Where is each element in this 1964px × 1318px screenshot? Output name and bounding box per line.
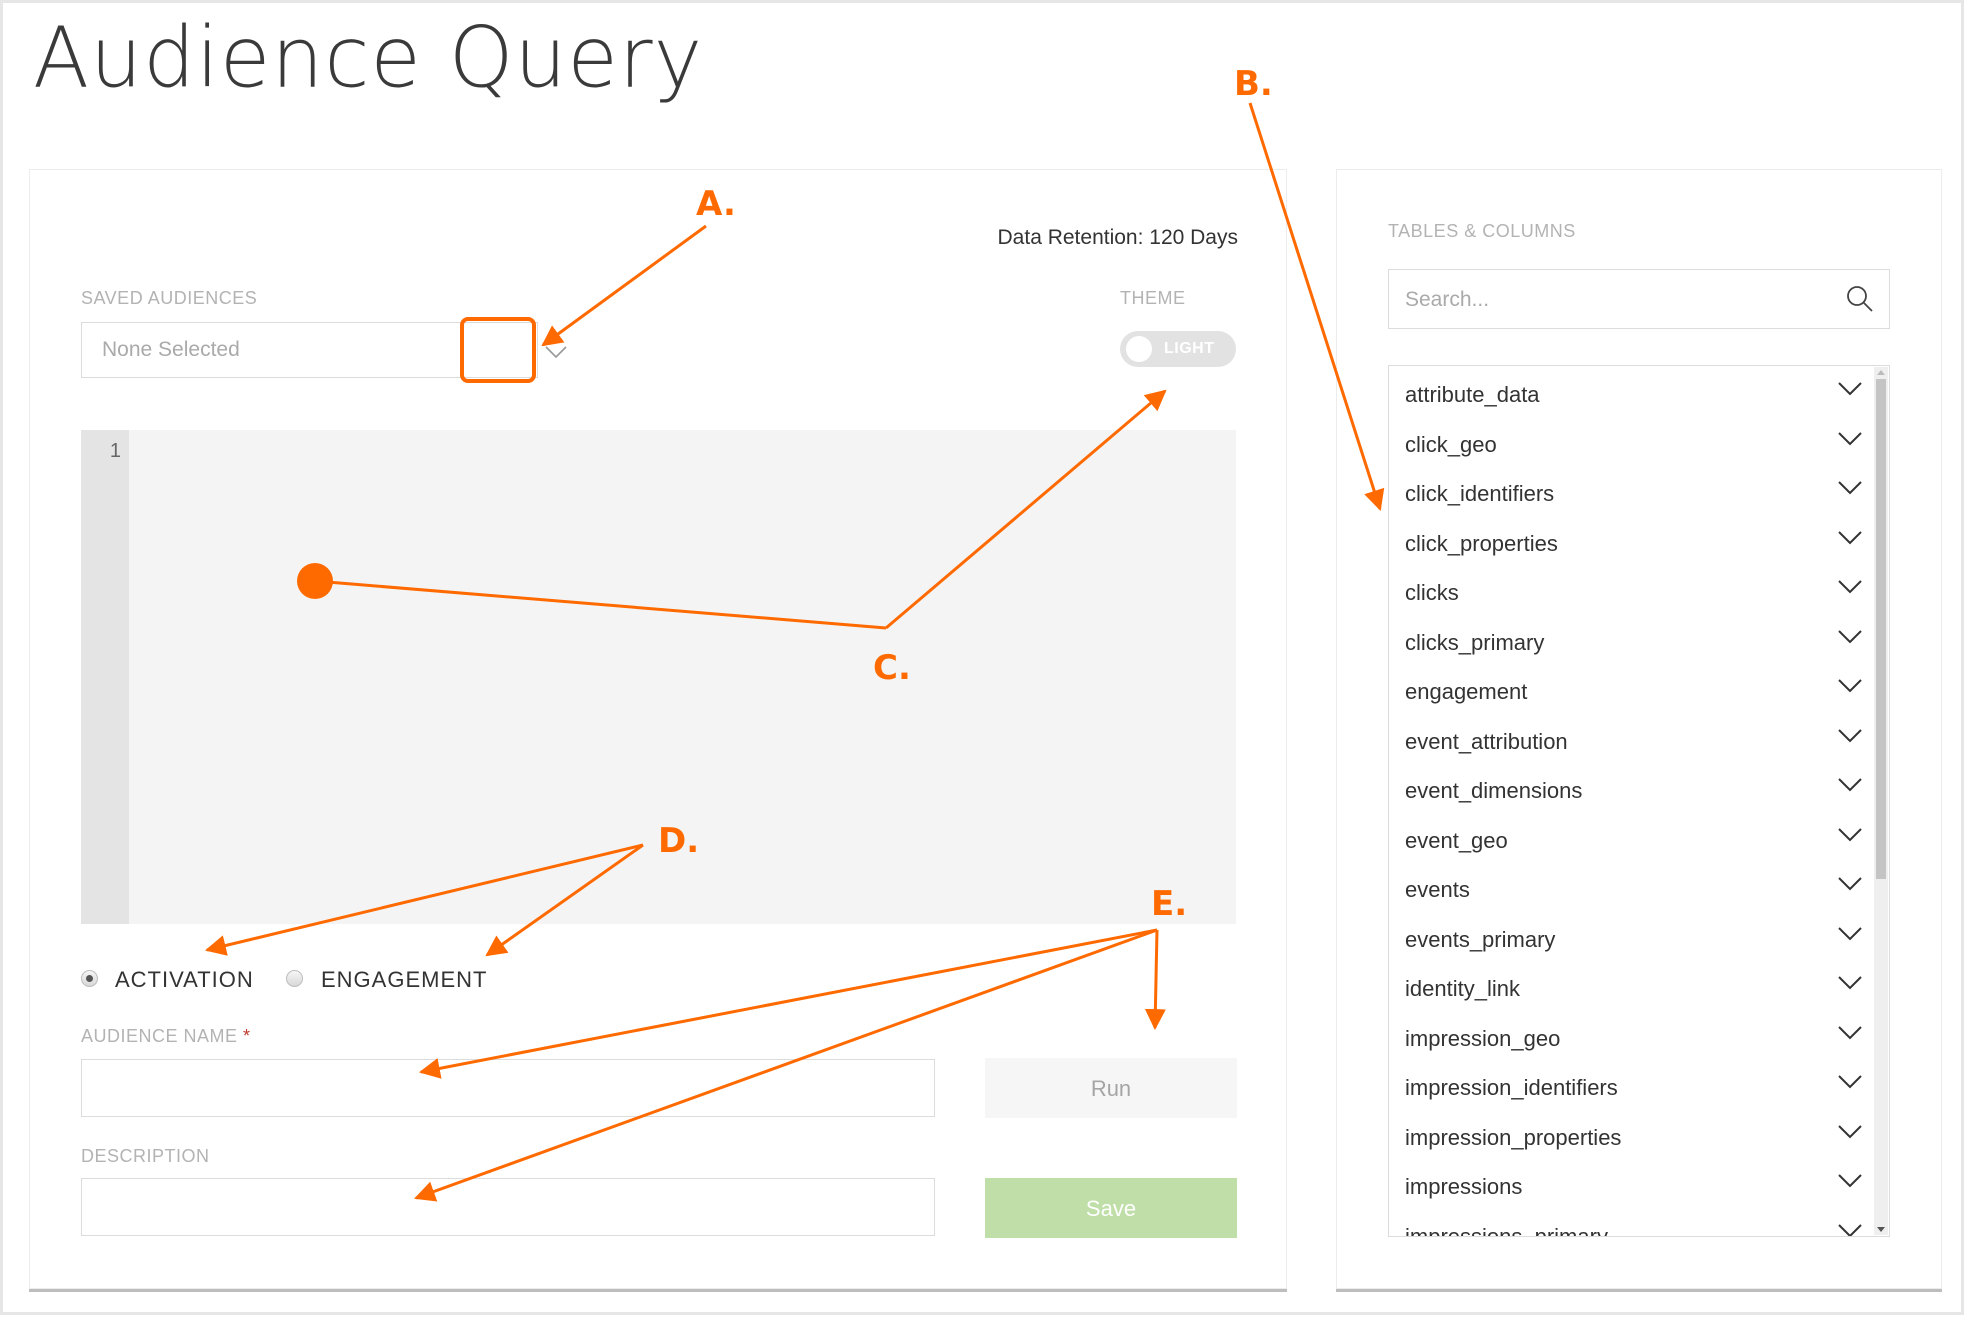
chevron-down-icon[interactable]	[1837, 479, 1863, 497]
table-item[interactable]: attribute_data	[1405, 372, 1862, 421]
table-name: events_primary	[1405, 926, 1556, 952]
required-mark: *	[243, 1026, 251, 1046]
table-item[interactable]: impression_geo	[1405, 1016, 1862, 1065]
data-retention: Data Retention: 120 Days	[997, 226, 1238, 249]
chevron-down-icon[interactable]	[1837, 430, 1863, 448]
table-item[interactable]: events	[1405, 867, 1862, 916]
table-name: impressions_primary	[1405, 1223, 1608, 1237]
scroll-down-arrow[interactable]	[1877, 1227, 1885, 1232]
activation-radio[interactable]	[81, 970, 98, 987]
description-input[interactable]	[81, 1178, 935, 1236]
search-icon[interactable]	[1845, 284, 1875, 314]
table-name: engagement	[1405, 679, 1528, 704]
page-title: Audience Query	[33, 10, 704, 107]
chevron-down-icon[interactable]	[1837, 1123, 1863, 1141]
run-button[interactable]: Run	[985, 1058, 1237, 1118]
chevron-down-icon[interactable]	[1837, 727, 1863, 745]
toggle-knob	[1126, 336, 1152, 362]
table-name: click_properties	[1405, 530, 1558, 556]
chevron-down-icon[interactable]	[1837, 1222, 1863, 1238]
chevron-down-icon[interactable]	[1837, 974, 1863, 992]
chevron-down-icon[interactable]	[1837, 875, 1863, 893]
tables-list[interactable]: impressions_primary impressions impression…	[1388, 365, 1890, 1237]
saved-audiences-select[interactable]: None Selected	[81, 322, 567, 378]
theme-toggle[interactable]: LIGHT	[1120, 331, 1236, 367]
table-item[interactable]: events_primary	[1405, 917, 1862, 966]
chevron-down-icon[interactable]	[1837, 677, 1863, 695]
table-name: attribute_data	[1405, 382, 1540, 407]
save-button[interactable]: Save	[985, 1178, 1237, 1238]
tables-search-input[interactable]	[1403, 284, 1827, 316]
saved-audiences-value: None Selected	[102, 338, 240, 361]
line-number: 1	[109, 440, 121, 462]
saved-audiences-label: SAVED AUDIENCES	[81, 288, 258, 308]
theme-label: THEME	[1120, 288, 1186, 308]
table-name: event_attribution	[1405, 728, 1568, 754]
query-panel: Data Retention: 120 Days SAVED AUDIENCES…	[29, 169, 1287, 1289]
table-name: click_identifiers	[1405, 481, 1555, 506]
table-item[interactable]: impression_properties	[1405, 1115, 1862, 1164]
table-item[interactable]: click_geo	[1405, 422, 1862, 471]
table-item[interactable]: clicks_primary	[1405, 620, 1862, 669]
annotation-b-label: B.	[1234, 64, 1273, 104]
table-item[interactable]: impression_identifiers	[1405, 1065, 1862, 1114]
table-item[interactable]: click_properties	[1405, 521, 1862, 570]
activation-label[interactable]: ACTIVATION	[115, 967, 254, 993]
chevron-down-icon[interactable]	[1837, 1024, 1863, 1042]
chevron-down-icon[interactable]	[1837, 1172, 1863, 1190]
table-item[interactable]: event_geo	[1405, 818, 1862, 867]
engagement-radio[interactable]	[286, 970, 303, 987]
chevron-down-icon[interactable]	[1837, 925, 1863, 943]
scroll-thumb[interactable]	[1876, 379, 1886, 879]
editor-gutter: 1	[81, 430, 129, 924]
table-item[interactable]: event_attribution	[1405, 719, 1862, 768]
tables-panel: TABLES & COLUMNS impressions_primaryimpr…	[1336, 169, 1942, 1289]
theme-value: LIGHT	[1164, 340, 1215, 357]
audience-name-label: AUDIENCE NAME *	[81, 1026, 251, 1047]
chevron-down-icon[interactable]	[1837, 529, 1863, 547]
list-scrollbar[interactable]	[1874, 367, 1888, 1235]
chevron-down-icon[interactable]	[1837, 826, 1863, 844]
chevron-down-icon[interactable]	[521, 323, 591, 379]
engagement-label[interactable]: ENGAGEMENT	[321, 967, 487, 993]
table-item[interactable]: identity_link	[1405, 966, 1862, 1015]
table-name: event_geo	[1405, 827, 1508, 853]
table-name: impression_geo	[1405, 1025, 1561, 1051]
tables-columns-label: TABLES & COLUMNS	[1388, 221, 1576, 241]
table-name: events	[1405, 877, 1470, 902]
table-item[interactable]: clicks	[1405, 570, 1862, 619]
chevron-down-icon[interactable]	[1837, 776, 1863, 794]
audience-name-label-text: AUDIENCE NAME	[81, 1026, 238, 1046]
table-name: impressions	[1405, 1174, 1523, 1199]
chevron-down-icon[interactable]	[1837, 578, 1863, 596]
table-item[interactable]: impressions	[1405, 1164, 1862, 1213]
chevron-down-icon[interactable]	[1837, 628, 1863, 646]
audience-name-input[interactable]	[81, 1059, 935, 1117]
table-item[interactable]: click_identifiers	[1405, 471, 1862, 520]
table-name: clicks_primary	[1405, 629, 1545, 655]
scroll-up-arrow[interactable]	[1877, 370, 1885, 375]
table-name: clicks	[1405, 580, 1459, 605]
table-name: impression_identifiers	[1405, 1075, 1618, 1100]
chevron-down-icon[interactable]	[1837, 380, 1863, 398]
tables-search[interactable]	[1388, 269, 1890, 329]
table-item[interactable]: event_dimensions	[1405, 768, 1862, 817]
table-name: click_geo	[1405, 431, 1497, 457]
chevron-down-icon[interactable]	[1837, 1073, 1863, 1091]
table-item[interactable]: impressions_primary	[1405, 1214, 1862, 1237]
table-name: event_dimensions	[1405, 778, 1583, 803]
description-label: DESCRIPTION	[81, 1146, 210, 1166]
table-item[interactable]: engagement	[1405, 669, 1862, 718]
table-name: identity_link	[1405, 976, 1520, 1001]
query-editor[interactable]: 1	[81, 430, 1236, 924]
table-name: impression_properties	[1405, 1124, 1622, 1150]
